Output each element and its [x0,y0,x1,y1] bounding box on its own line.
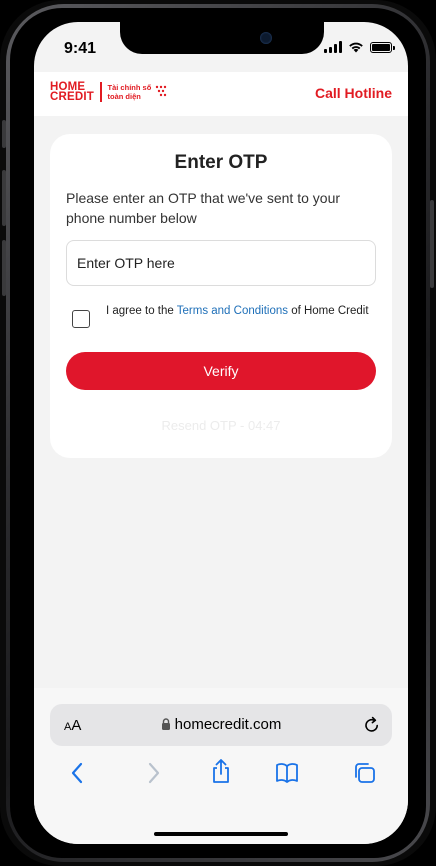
terms-checkbox[interactable] [72,310,90,328]
call-hotline-link[interactable]: Call Hotline [315,85,392,101]
front-camera [260,32,272,44]
status-icons [324,41,395,53]
wifi-icon [349,42,363,53]
logo-divider [100,82,102,102]
home-indicator [154,832,288,836]
logo-tagline: Tài chính số toàn diện [108,83,152,101]
resend-otp-countdown: Resend OTP - 04:47 [161,418,281,433]
browser-toolbar [34,758,408,790]
volume-down-button [2,240,6,296]
logo-line-2: CREDIT [50,91,95,103]
home-credit-logo[interactable]: HOME CREDIT Tài chính số toàn diện [50,81,168,103]
url-text: homecredit.com [174,716,282,733]
logo-dots-icon [156,85,167,97]
notch [120,22,324,54]
terms-suffix: of Home Credit [288,305,369,317]
tabs-icon[interactable] [352,762,376,784]
bookmarks-icon[interactable] [275,762,299,784]
battery-icon [370,41,395,53]
reload-icon[interactable] [364,716,380,733]
otp-card: Enter OTP Please enter an OTP that we've… [50,134,392,458]
terms-agreement-text: I agree to the Terms and Conditions of H… [106,303,386,319]
power-button [430,200,434,288]
terms-link[interactable]: Terms and Conditions [177,305,288,317]
screen: 9:41 HOME CREDIT Tài chính số toàn diện … [34,22,408,844]
otp-title: Enter OTP [174,152,268,173]
verify-button[interactable]: Verify [66,352,376,390]
logo-tagline-line-1: Tài chính số [107,83,152,92]
phone-frame: 9:41 HOME CREDIT Tài chính số toàn diện … [0,0,436,866]
logo-wordmark: HOME CREDIT [50,81,95,103]
site-header: HOME CREDIT Tài chính số toàn diện Call … [34,72,408,116]
address-bar[interactable]: AA homecredit.com [50,704,392,746]
lock-icon [161,718,170,730]
share-icon[interactable] [210,758,232,784]
volume-up-button [2,170,6,226]
otp-description: Please enter an OTP that we've sent to y… [66,190,341,226]
browser-bottom-bar: AA homecredit.com [34,688,408,844]
terms-prefix: I agree to the [106,305,177,317]
status-time: 9:41 [64,40,97,57]
logo-tagline-line-2: toàn diện [107,92,141,101]
url-display[interactable]: homecredit.com [50,716,392,733]
signal-icon [324,41,342,53]
otp-input[interactable] [66,240,376,286]
mute-switch [2,120,6,148]
back-icon[interactable] [70,762,84,784]
forward-icon[interactable] [147,762,161,784]
